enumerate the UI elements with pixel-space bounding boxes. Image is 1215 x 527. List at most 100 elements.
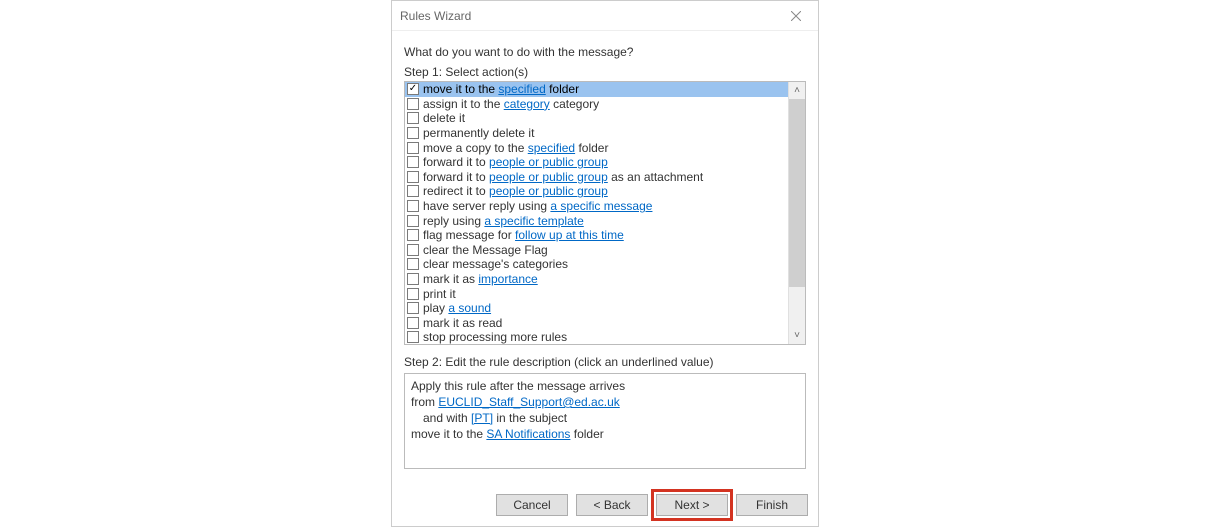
action-text-part: move a copy to the: [423, 141, 528, 155]
action-text-part: reply using: [423, 214, 484, 228]
action-checkbox[interactable]: [407, 229, 419, 241]
rule-description-box: Apply this rule after the message arrive…: [404, 373, 806, 469]
action-row[interactable]: permanently delete it: [405, 126, 788, 141]
action-value-link[interactable]: a specific template: [484, 214, 583, 228]
action-checkbox[interactable]: [407, 142, 419, 154]
action-text-part: redirect it to: [423, 184, 489, 198]
action-label: move a copy to the specified folder: [423, 141, 608, 155]
action-text-part: mark it as read: [423, 316, 502, 330]
button-bar: Cancel < Back Next > Finish: [496, 494, 808, 516]
action-row[interactable]: redirect it to people or public group: [405, 184, 788, 199]
action-row[interactable]: delete it: [405, 111, 788, 126]
action-text-part: mark it as: [423, 272, 478, 286]
action-text-part: forward it to: [423, 155, 489, 169]
action-checkbox[interactable]: [407, 302, 419, 314]
back-button[interactable]: < Back: [576, 494, 648, 516]
action-row[interactable]: clear the Message Flag: [405, 243, 788, 258]
action-value-link[interactable]: follow up at this time: [515, 228, 624, 242]
desc-line-3-prefix: and with: [423, 411, 471, 425]
action-label: play a sound: [423, 301, 491, 315]
folder-value-link[interactable]: SA Notifications: [486, 427, 570, 441]
action-checkbox[interactable]: [407, 171, 419, 183]
action-checkbox[interactable]: [407, 317, 419, 329]
action-row[interactable]: clear message's categories: [405, 257, 788, 272]
scroll-thumb[interactable]: [789, 99, 805, 287]
action-text-part: permanently delete it: [423, 126, 534, 140]
action-checkbox[interactable]: [407, 244, 419, 256]
action-checkbox[interactable]: [407, 185, 419, 197]
action-value-link[interactable]: a specific message: [550, 199, 652, 213]
action-checkbox[interactable]: [407, 156, 419, 168]
finish-button[interactable]: Finish: [736, 494, 808, 516]
desc-line-3-suffix: in the subject: [493, 411, 567, 425]
action-text-part: clear message's categories: [423, 257, 568, 271]
action-row[interactable]: forward it to people or public group as …: [405, 170, 788, 185]
action-row[interactable]: move it to the specified folder: [405, 82, 788, 97]
action-text-part: play: [423, 301, 448, 315]
scroll-track[interactable]: [789, 287, 805, 327]
action-row[interactable]: assign it to the category category: [405, 97, 788, 112]
action-checkbox[interactable]: [407, 215, 419, 227]
action-row[interactable]: have server reply using a specific messa…: [405, 199, 788, 214]
action-label: clear the Message Flag: [423, 243, 548, 257]
actions-list[interactable]: move it to the specified folderassign it…: [405, 82, 788, 344]
action-row[interactable]: mark it as importance: [405, 272, 788, 287]
cancel-button[interactable]: Cancel: [496, 494, 568, 516]
action-value-link[interactable]: importance: [478, 272, 537, 286]
action-value-link[interactable]: specified: [528, 141, 575, 155]
action-row[interactable]: print it: [405, 286, 788, 301]
action-label: forward it to people or public group: [423, 155, 608, 169]
action-text-part: folder: [546, 82, 579, 96]
action-label: move it to the specified folder: [423, 82, 579, 96]
action-checkbox[interactable]: [407, 331, 419, 343]
action-value-link[interactable]: people or public group: [489, 170, 608, 184]
actions-listbox: move it to the specified folderassign it…: [404, 81, 806, 345]
action-value-link[interactable]: category: [504, 97, 550, 111]
desc-line-2: from EUCLID_Staff_Support@ed.ac.uk: [411, 394, 799, 410]
action-text-part: print it: [423, 287, 456, 301]
action-row[interactable]: play a sound: [405, 301, 788, 316]
titlebar: Rules Wizard: [392, 1, 818, 31]
action-checkbox[interactable]: [407, 258, 419, 270]
action-checkbox[interactable]: [407, 200, 419, 212]
action-row[interactable]: move a copy to the specified folder: [405, 140, 788, 155]
action-label: print it: [423, 287, 456, 301]
action-row[interactable]: stop processing more rules: [405, 330, 788, 344]
action-value-link[interactable]: a sound: [448, 301, 491, 315]
action-value-link[interactable]: specified: [498, 82, 545, 96]
action-text-part: assign it to the: [423, 97, 504, 111]
action-checkbox[interactable]: [407, 83, 419, 95]
action-label: reply using a specific template: [423, 214, 584, 228]
close-button[interactable]: [782, 2, 810, 30]
prompt-text: What do you want to do with the message?: [404, 45, 806, 59]
dialog-content: What do you want to do with the message?…: [392, 31, 818, 469]
action-text-part: flag message for: [423, 228, 515, 242]
action-checkbox[interactable]: [407, 98, 419, 110]
action-text-part: stop processing more rules: [423, 330, 567, 344]
action-label: flag message for follow up at this time: [423, 228, 624, 242]
action-text-part: as an attachment: [608, 170, 703, 184]
action-row[interactable]: mark it as read: [405, 316, 788, 331]
action-value-link[interactable]: people or public group: [489, 184, 608, 198]
action-checkbox[interactable]: [407, 273, 419, 285]
action-checkbox[interactable]: [407, 127, 419, 139]
desc-line-4-suffix: folder: [570, 427, 603, 441]
scroll-up-arrow-icon[interactable]: ˄: [789, 82, 805, 99]
action-checkbox[interactable]: [407, 112, 419, 124]
action-checkbox[interactable]: [407, 288, 419, 300]
action-text-part: have server reply using: [423, 199, 550, 213]
action-row[interactable]: flag message for follow up at this time: [405, 228, 788, 243]
next-button[interactable]: Next >: [656, 494, 728, 516]
action-row[interactable]: reply using a specific template: [405, 213, 788, 228]
action-text-part: folder: [575, 141, 608, 155]
action-text-part: move it to the: [423, 82, 498, 96]
action-text-part: category: [550, 97, 599, 111]
action-label: mark it as read: [423, 316, 502, 330]
from-address-link[interactable]: EUCLID_Staff_Support@ed.ac.uk: [438, 395, 619, 409]
scrollbar[interactable]: ˄ ˅: [788, 82, 805, 344]
desc-line-1: Apply this rule after the message arrive…: [411, 378, 799, 394]
action-value-link[interactable]: people or public group: [489, 155, 608, 169]
scroll-down-arrow-icon[interactable]: ˅: [789, 327, 805, 344]
action-row[interactable]: forward it to people or public group: [405, 155, 788, 170]
subject-value-link[interactable]: [PT]: [471, 411, 493, 425]
